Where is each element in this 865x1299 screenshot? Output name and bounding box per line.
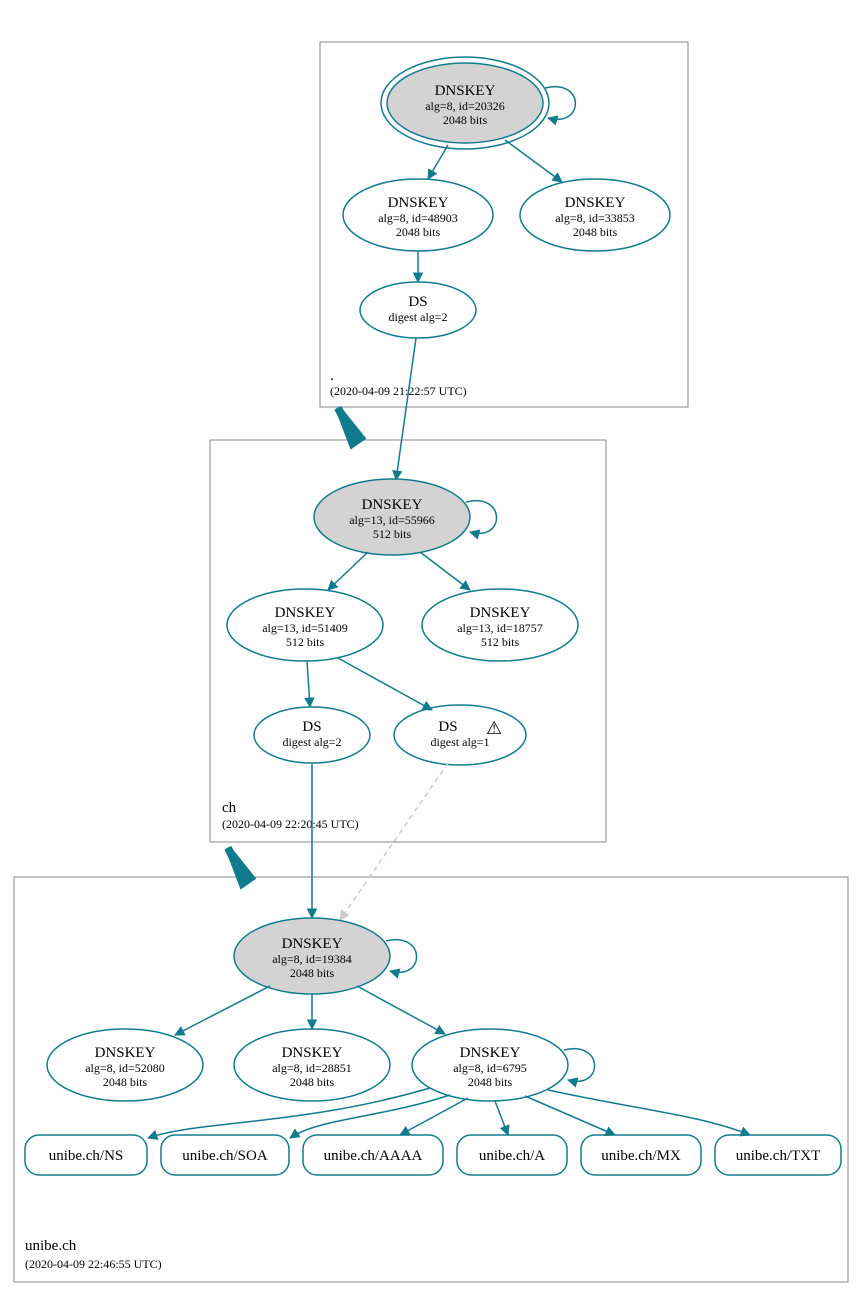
- svg-text:alg=8, id=6795: alg=8, id=6795: [453, 1061, 527, 1075]
- svg-text:unibe.ch/MX: unibe.ch/MX: [601, 1148, 681, 1164]
- svg-text:alg=8, id=20326: alg=8, id=20326: [425, 99, 505, 113]
- svg-text:alg=8, id=28851: alg=8, id=28851: [272, 1061, 352, 1075]
- svg-text:DS: DS: [302, 719, 321, 735]
- svg-text:DNSKEY: DNSKEY: [275, 605, 336, 621]
- svg-text:2048 bits: 2048 bits: [290, 1075, 335, 1089]
- svg-text:digest alg=2: digest alg=2: [388, 310, 447, 324]
- rr-aaaa: unibe.ch/AAAA: [303, 1135, 443, 1175]
- root-ds-node: DS digest alg=2: [360, 282, 476, 338]
- arrow-unibe-ksk-zsk1: [175, 986, 270, 1035]
- zone-ch-label: ch: [222, 800, 237, 816]
- arrow-zsk3-txt: [548, 1090, 750, 1135]
- zone-unibe-ts: (2020-04-09 22:46:55 UTC): [25, 1257, 162, 1271]
- svg-text:DNSKEY: DNSKEY: [282, 936, 343, 952]
- arrow-zsk3-aaaa: [400, 1098, 468, 1135]
- root-zsk2-node: DNSKEY alg=8, id=33853 2048 bits: [520, 179, 670, 251]
- rr-a: unibe.ch/A: [457, 1135, 567, 1175]
- svg-text:512 bits: 512 bits: [286, 635, 325, 649]
- arrow-unibe-ksk-zsk3: [357, 986, 445, 1034]
- svg-text:unibe.ch/AAAA: unibe.ch/AAAA: [324, 1148, 423, 1164]
- svg-text:2048 bits: 2048 bits: [468, 1075, 513, 1089]
- svg-text:alg=8, id=48903: alg=8, id=48903: [378, 211, 458, 225]
- arrow-ch-ksk-zsk2: [420, 552, 470, 590]
- zone-ch-ts: (2020-04-09 22:20:45 UTC): [222, 817, 359, 831]
- rr-soa: unibe.ch/SOA: [161, 1135, 289, 1175]
- arrow-root-ds-ch-ksk: [396, 338, 416, 480]
- zone-root-label: .: [330, 368, 334, 384]
- svg-text:alg=13, id=55966: alg=13, id=55966: [349, 513, 435, 527]
- svg-text:DNSKEY: DNSKEY: [362, 497, 423, 513]
- rr-txt: unibe.ch/TXT: [715, 1135, 841, 1175]
- svg-text:alg=13, id=51409: alg=13, id=51409: [262, 621, 348, 635]
- dnssec-chain-diagram: . (2020-04-09 21:22:57 UTC) DNSKEY alg=8…: [0, 0, 865, 1299]
- svg-text:unibe.ch/SOA: unibe.ch/SOA: [182, 1148, 268, 1164]
- svg-text:alg=13, id=18757: alg=13, id=18757: [457, 621, 543, 635]
- svg-text:alg=8, id=19384: alg=8, id=19384: [272, 952, 352, 966]
- svg-text:DNSKEY: DNSKEY: [470, 605, 531, 621]
- warning-icon: ⚠: [486, 718, 502, 738]
- ch-ds1-node: DS digest alg=2: [254, 707, 370, 763]
- arrow-ch-zsk1-ds1: [307, 661, 310, 707]
- zone-unibe-label: unibe.ch: [25, 1238, 77, 1254]
- ch-zsk1-node: DNSKEY alg=13, id=51409 512 bits: [227, 589, 383, 661]
- svg-text:unibe.ch/TXT: unibe.ch/TXT: [736, 1148, 821, 1164]
- unibe-zsk3-node: DNSKEY alg=8, id=6795 2048 bits: [412, 1029, 568, 1101]
- svg-text:512 bits: 512 bits: [481, 635, 520, 649]
- unibe-zsk1-node: DNSKEY alg=8, id=52080 2048 bits: [47, 1029, 203, 1101]
- arrow-ch-zsk1-ds2: [338, 658, 432, 710]
- ch-zsk2-node: DNSKEY alg=13, id=18757 512 bits: [422, 589, 578, 661]
- rr-ns: unibe.ch/NS: [25, 1135, 147, 1175]
- svg-text:alg=8, id=52080: alg=8, id=52080: [85, 1061, 165, 1075]
- svg-text:2048 bits: 2048 bits: [443, 113, 488, 127]
- svg-text:digest alg=2: digest alg=2: [282, 735, 341, 749]
- svg-text:digest alg=1: digest alg=1: [430, 735, 489, 749]
- unibe-ksk-node: DNSKEY alg=8, id=19384 2048 bits: [234, 918, 390, 994]
- svg-text:DS: DS: [438, 719, 457, 735]
- ch-ksk-node: DNSKEY alg=13, id=55966 512 bits: [314, 479, 470, 555]
- svg-text:2048 bits: 2048 bits: [103, 1075, 148, 1089]
- arrow-root-ksk-zsk2: [505, 140, 562, 182]
- rr-mx: unibe.ch/MX: [581, 1135, 701, 1175]
- arrow-zsk3-mx: [525, 1096, 615, 1135]
- zone-root-ts: (2020-04-09 21:22:57 UTC): [330, 384, 467, 398]
- root-zsk1-node: DNSKEY alg=8, id=48903 2048 bits: [343, 179, 493, 251]
- arrow-zsk3-a: [495, 1101, 508, 1135]
- svg-text:unibe.ch/NS: unibe.ch/NS: [49, 1148, 124, 1164]
- svg-text:DNSKEY: DNSKEY: [435, 83, 496, 99]
- ch-ds2-node: DS digest alg=1 ⚠: [394, 705, 526, 765]
- svg-text:DS: DS: [408, 294, 427, 310]
- svg-text:DNSKEY: DNSKEY: [95, 1045, 156, 1061]
- svg-text:DNSKEY: DNSKEY: [282, 1045, 343, 1061]
- arrow-root-ksk-zsk1: [428, 145, 448, 179]
- svg-text:unibe.ch/A: unibe.ch/A: [479, 1148, 545, 1164]
- unibe-zsk2-node: DNSKEY alg=8, id=28851 2048 bits: [234, 1029, 390, 1101]
- svg-text:2048 bits: 2048 bits: [573, 225, 618, 239]
- arrow-ch-ksk-zsk1: [328, 552, 368, 590]
- svg-text:DNSKEY: DNSKEY: [460, 1045, 521, 1061]
- svg-text:2048 bits: 2048 bits: [290, 966, 335, 980]
- svg-text:alg=8, id=33853: alg=8, id=33853: [555, 211, 635, 225]
- svg-text:2048 bits: 2048 bits: [396, 225, 441, 239]
- svg-text:DNSKEY: DNSKEY: [388, 195, 449, 211]
- svg-text:DNSKEY: DNSKEY: [565, 195, 626, 211]
- root-ksk-node: DNSKEY alg=8, id=20326 2048 bits: [381, 57, 549, 149]
- svg-text:512 bits: 512 bits: [373, 527, 412, 541]
